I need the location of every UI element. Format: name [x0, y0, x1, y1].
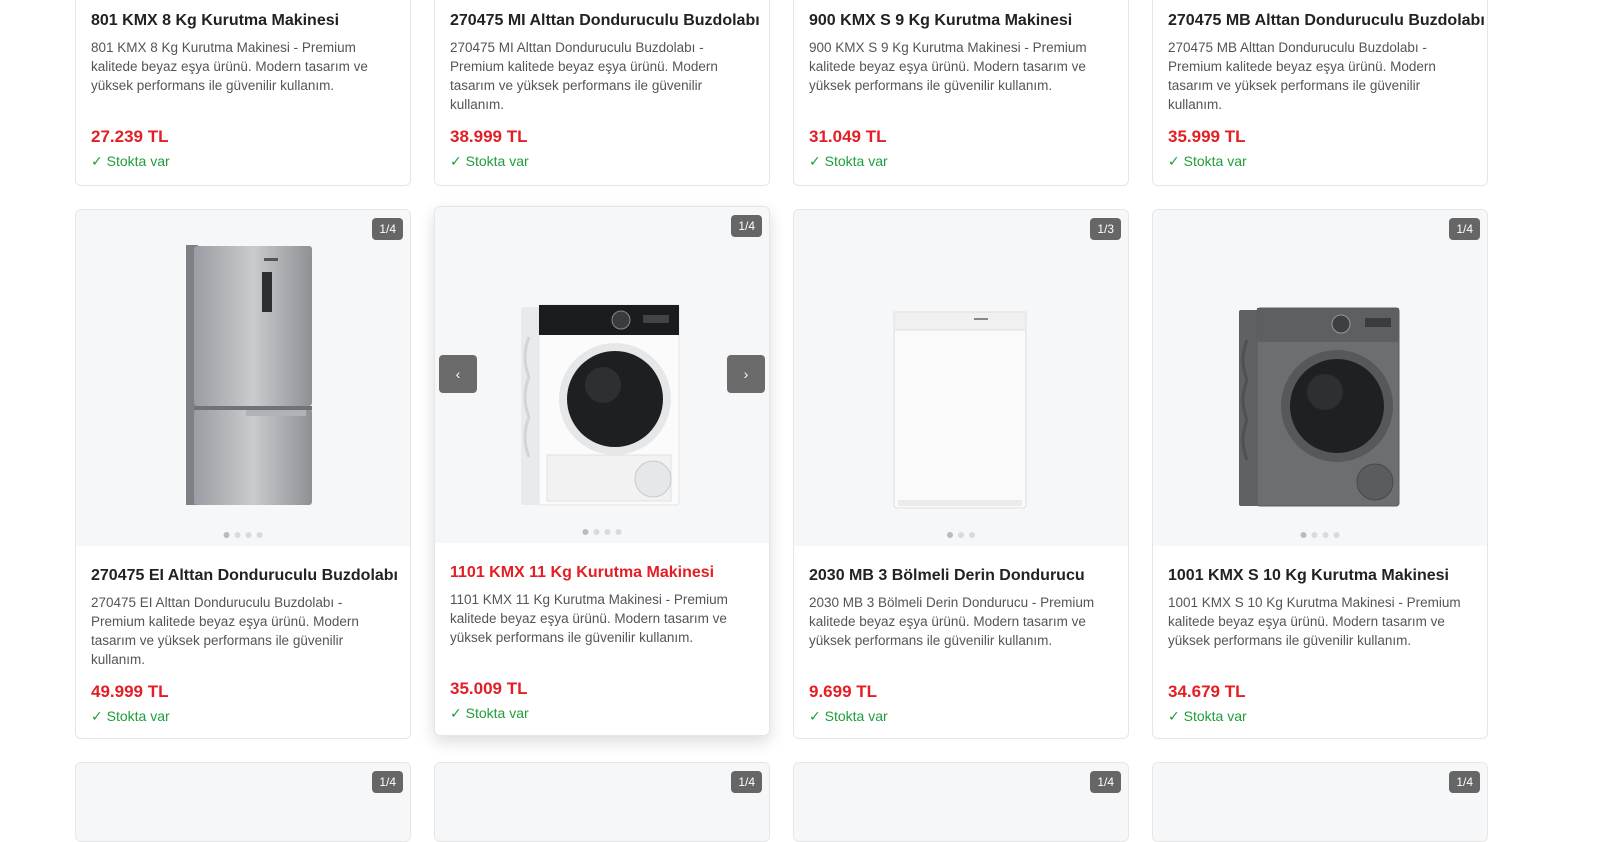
carousel-dots[interactable] — [582, 529, 622, 535]
stock-status: ✓ Stokta var — [91, 708, 170, 724]
image-counter-badge: 1/4 — [731, 771, 762, 793]
product-price: 35.009 TL — [450, 679, 528, 698]
product-image — [186, 245, 312, 505]
image-counter-badge: 1/3 — [1090, 218, 1121, 240]
product-image-carousel[interactable]: 1/4 — [1153, 763, 1487, 841]
carousel-dots[interactable] — [947, 532, 975, 538]
product-price: 35.999 TL — [1168, 127, 1246, 146]
product-title[interactable]: 1101 KMX 11 Kg Kurutma Makinesi — [450, 563, 754, 583]
product-image — [1239, 307, 1400, 507]
product-card[interactable]: 1/4 270475 EI Alttan Donduruculu Buzdola… — [75, 209, 411, 739]
product-card[interactable]: 1/4 1001 KMX S 10 Kg Kurutma Makinesi 10… — [1152, 209, 1488, 739]
stock-status: ✓ Stokta var — [450, 705, 529, 721]
carousel-dot[interactable] — [1311, 532, 1318, 538]
product-card[interactable]: 801 KMX 8 Kg Kurutma Makinesi 801 KMX 8 … — [75, 0, 411, 186]
product-card[interactable]: 1/4 — [75, 762, 411, 842]
chevron-right-icon: › — [743, 366, 749, 382]
stock-status: ✓ Stokta var — [1168, 153, 1247, 169]
product-price: 27.239 TL — [91, 127, 169, 146]
carousel-dot[interactable] — [947, 532, 953, 538]
product-card[interactable]: 1/4 — [793, 762, 1129, 842]
image-counter-badge: 1/4 — [372, 771, 403, 793]
product-price: 49.999 TL — [91, 682, 169, 701]
carousel-dots[interactable] — [223, 532, 263, 538]
product-card[interactable]: 1/3 2030 MB 3 Bölmeli Derin Dondurucu 20… — [793, 209, 1129, 739]
product-image-carousel[interactable]: 1/4 ‹ › — [435, 207, 769, 543]
product-title[interactable]: 900 KMX S 9 Kg Kurutma Makinesi — [809, 11, 1113, 31]
product-description: 801 KMX 8 Kg Kurutma Makinesi - Premium … — [91, 40, 368, 93]
product-description: 900 KMX S 9 Kg Kurutma Makinesi - Premiu… — [809, 40, 1087, 93]
carousel-prev-button[interactable]: ‹ — [439, 355, 477, 393]
image-counter-badge: 1/4 — [1449, 218, 1480, 240]
product-description: 1001 KMX S 10 Kg Kurutma Makinesi - Prem… — [1168, 595, 1461, 648]
carousel-dot[interactable] — [256, 532, 263, 538]
product-image-carousel[interactable]: 1/4 — [76, 763, 410, 841]
carousel-dot[interactable] — [604, 529, 611, 535]
product-image-carousel[interactable]: 1/4 — [76, 210, 410, 546]
image-counter-badge: 1/4 — [1090, 771, 1121, 793]
image-counter-badge: 1/4 — [372, 218, 403, 240]
product-price: 31.049 TL — [809, 127, 887, 146]
product-image-carousel[interactable]: 1/3 — [794, 210, 1128, 546]
product-price: 34.679 TL — [1168, 682, 1246, 701]
carousel-dot[interactable] — [223, 532, 230, 538]
product-title[interactable]: 270475 MI Alttan Donduruculu Buzdolabı — [450, 11, 760, 31]
product-card[interactable]: 900 KMX S 9 Kg Kurutma Makinesi 900 KMX … — [793, 0, 1129, 186]
carousel-next-button[interactable]: › — [727, 355, 765, 393]
product-description: 270475 MI Alttan Donduruculu Buzdolabı -… — [450, 40, 718, 112]
product-title[interactable]: 270475 EI Alttan Donduruculu Buzdolabı — [91, 566, 398, 586]
carousel-dot[interactable] — [969, 532, 975, 538]
carousel-dot[interactable] — [234, 532, 241, 538]
product-image-carousel[interactable]: 1/4 — [1153, 210, 1487, 546]
product-description: 270475 EI Alttan Donduruculu Buzdolabı -… — [91, 595, 359, 667]
product-description: 1101 KMX 11 Kg Kurutma Makinesi - Premiu… — [450, 592, 728, 645]
image-counter-badge: 1/4 — [1449, 771, 1480, 793]
carousel-dot[interactable] — [958, 532, 964, 538]
carousel-dot[interactable] — [615, 529, 622, 535]
product-card[interactable]: 270475 MB Alttan Donduruculu Buzdolabı 2… — [1152, 0, 1488, 186]
stock-status: ✓ Stokta var — [450, 153, 529, 169]
product-title[interactable]: 801 KMX 8 Kg Kurutma Makinesi — [91, 11, 395, 31]
carousel-dot[interactable] — [593, 529, 600, 535]
product-description: 270475 MB Alttan Donduruculu Buzdolabı -… — [1168, 40, 1436, 112]
product-title[interactable]: 1001 KMX S 10 Kg Kurutma Makinesi — [1168, 566, 1472, 586]
product-image — [893, 311, 1027, 509]
carousel-dot[interactable] — [1300, 532, 1307, 538]
product-card[interactable]: 270475 MI Alttan Donduruculu Buzdolabı 2… — [434, 0, 770, 186]
carousel-dot[interactable] — [245, 532, 252, 538]
carousel-dot[interactable] — [1322, 532, 1329, 538]
stock-status: ✓ Stokta var — [1168, 708, 1247, 724]
chevron-left-icon: ‹ — [455, 366, 461, 382]
product-image-carousel[interactable]: 1/4 — [794, 763, 1128, 841]
product-card[interactable]: 1/4 — [1152, 762, 1488, 842]
carousel-dots[interactable] — [1300, 532, 1340, 538]
product-title[interactable]: 2030 MB 3 Bölmeli Derin Dondurucu — [809, 566, 1113, 586]
carousel-dot[interactable] — [1333, 532, 1340, 538]
product-card[interactable]: 1/4 — [434, 762, 770, 842]
image-counter-badge: 1/4 — [731, 215, 762, 237]
product-card[interactable]: 1/4 ‹ › 1101 KMX 11 Kg Kurutma Makinesi … — [434, 206, 770, 736]
product-title[interactable]: 270475 MB Alttan Donduruculu Buzdolabı — [1168, 11, 1485, 31]
product-price: 38.999 TL — [450, 127, 528, 146]
carousel-dot[interactable] — [582, 529, 589, 535]
stock-status: ✓ Stokta var — [809, 153, 888, 169]
product-price: 9.699 TL — [809, 682, 878, 701]
product-image — [521, 304, 680, 506]
product-description: 2030 MB 3 Bölmeli Derin Dondurucu - Prem… — [809, 595, 1095, 648]
stock-status: ✓ Stokta var — [91, 153, 170, 169]
stock-status: ✓ Stokta var — [809, 708, 888, 724]
product-image-carousel[interactable]: 1/4 — [435, 763, 769, 841]
